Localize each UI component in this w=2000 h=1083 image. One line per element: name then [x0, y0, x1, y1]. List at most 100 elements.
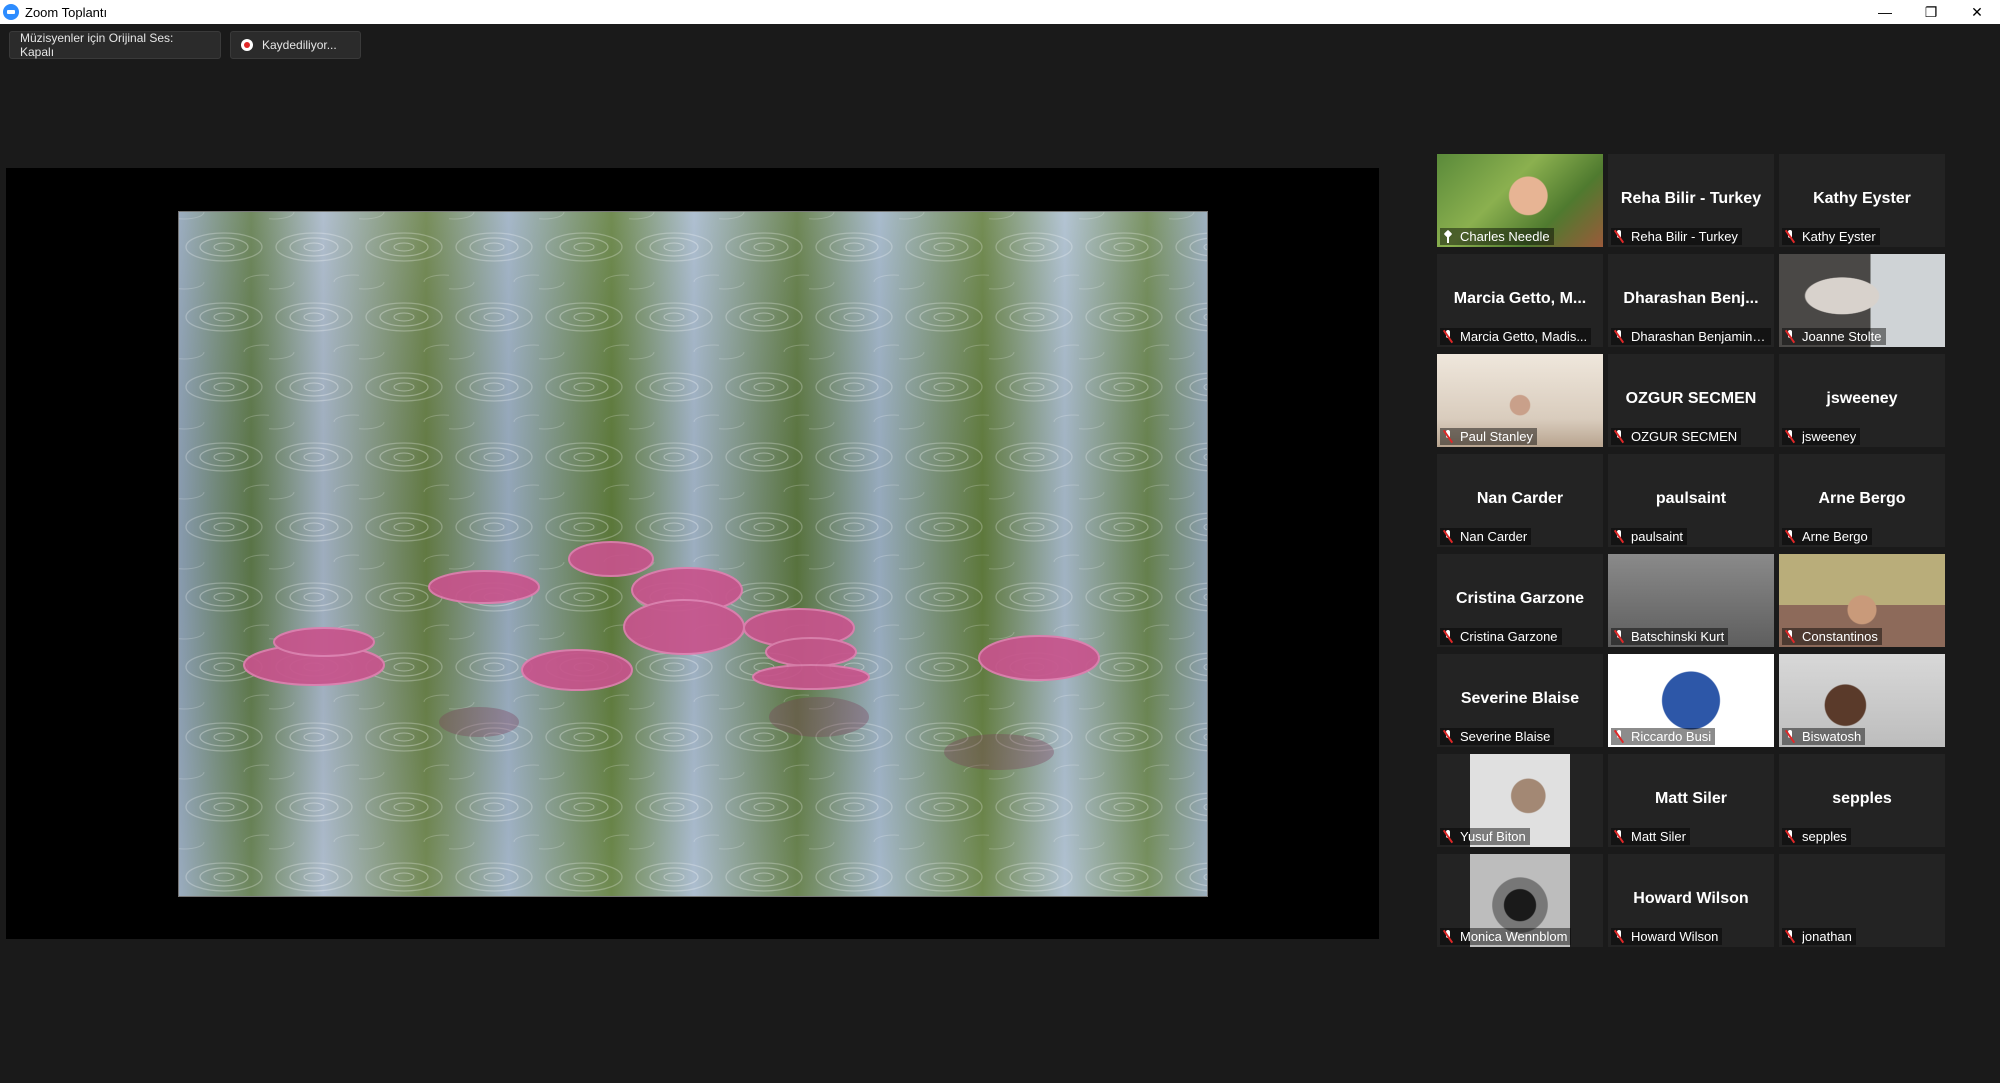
participant-name: Joanne Stolte — [1802, 329, 1882, 344]
participant-tile[interactable]: Reha Bilir - Turkey Reha Bilir - Turkey — [1608, 154, 1774, 247]
muted-mic-icon — [1442, 430, 1454, 443]
shared-photo-water-lilies — [178, 211, 1208, 897]
participant-label: Constantinos — [1782, 628, 1882, 645]
recording-label: Kaydediliyor... — [262, 38, 337, 52]
participant-name: jsweeney — [1802, 429, 1857, 444]
water-lilies-image — [179, 212, 1207, 896]
window-titlebar: Zoom Toplantı — ❐ ✕ — [0, 0, 2000, 24]
restore-button[interactable]: ❐ — [1908, 0, 1954, 24]
participant-label: Cristina Garzone — [1440, 628, 1562, 645]
muted-mic-icon — [1784, 430, 1796, 443]
participant-label: Reha Bilir - Turkey — [1611, 228, 1742, 245]
muted-mic-icon — [1442, 830, 1454, 843]
participant-label: Riccardo Busi — [1611, 728, 1716, 745]
participant-tile[interactable]: OZGUR SECMEN OZGUR SECMEN — [1608, 354, 1774, 447]
participant-tile[interactable]: Dharashan Benj... Dharashan Benjamine... — [1608, 254, 1774, 347]
participant-tile[interactable]: Arne Bergo Arne Bergo — [1779, 454, 1945, 547]
muted-mic-icon — [1613, 830, 1625, 843]
recording-icon — [241, 39, 253, 51]
muted-mic-icon — [1613, 430, 1625, 443]
participant-name: Matt Siler — [1631, 829, 1686, 844]
participant-tile[interactable]: Marcia Getto, M... Marcia Getto, Madis... — [1437, 254, 1603, 347]
participant-display-name: sepples — [1832, 790, 1892, 807]
participant-name: Reha Bilir - Turkey — [1631, 229, 1738, 244]
participant-name: OZGUR SECMEN — [1631, 429, 1738, 444]
participant-label: Paul Stanley — [1440, 428, 1537, 445]
participant-tile[interactable]: Paul Stanley — [1437, 354, 1603, 447]
recording-indicator[interactable]: Kaydediliyor... — [230, 31, 361, 59]
participant-label: jsweeney — [1782, 428, 1861, 445]
participant-tile[interactable]: sepples sepples — [1779, 754, 1945, 847]
participant-display-name: Dharashan Benj... — [1623, 290, 1759, 307]
muted-mic-icon — [1784, 330, 1796, 343]
participant-display-name: jsweeney — [1826, 390, 1898, 407]
participant-tile[interactable]: paulsaint paulsaint — [1608, 454, 1774, 547]
participant-label: Severine Blaise — [1440, 728, 1555, 745]
muted-mic-icon — [1613, 730, 1625, 743]
participant-name: paulsaint — [1631, 529, 1684, 544]
participant-display-name: Cristina Garzone — [1455, 590, 1585, 607]
minimize-button[interactable]: — — [1862, 0, 1908, 24]
muted-mic-icon — [1784, 630, 1796, 643]
participant-label: OZGUR SECMEN — [1611, 428, 1742, 445]
muted-mic-icon — [1784, 930, 1796, 943]
participant-tile[interactable]: jsweeney jsweeney — [1779, 354, 1945, 447]
participant-name: jonathan — [1802, 929, 1852, 944]
zoom-app-icon — [3, 4, 19, 20]
participant-name: Riccardo Busi — [1631, 729, 1712, 744]
muted-mic-icon — [1442, 630, 1454, 643]
participant-label: Howard Wilson — [1611, 928, 1723, 945]
participant-tile[interactable]: Riccardo Busi — [1608, 654, 1774, 747]
participant-name: Charles Needle — [1460, 229, 1550, 244]
participant-label: Arne Bergo — [1782, 528, 1872, 545]
participant-label: Joanne Stolte — [1782, 328, 1886, 345]
participant-tile[interactable]: Constantinos — [1779, 554, 1945, 647]
participant-label: Kathy Eyster — [1782, 228, 1880, 245]
participant-label: Biswatosh — [1782, 728, 1866, 745]
participant-name: sepples — [1802, 829, 1847, 844]
muted-mic-icon — [1613, 230, 1625, 243]
participant-tile[interactable]: Monica Wennblom — [1437, 854, 1603, 947]
participant-name: Batschinski Kurt — [1631, 629, 1725, 644]
pin-icon — [1442, 230, 1454, 243]
participant-tile[interactable]: Charles Needle — [1437, 154, 1603, 247]
participant-display-name: Reha Bilir - Turkey — [1620, 190, 1762, 207]
participant-name: Nan Carder — [1460, 529, 1528, 544]
close-button[interactable]: ✕ — [1954, 0, 2000, 24]
participant-tile[interactable]: Severine Blaise Severine Blaise — [1437, 654, 1603, 747]
participant-display-name: Arne Bergo — [1818, 490, 1906, 507]
participant-label: jonathan — [1782, 928, 1856, 945]
participant-tile[interactable]: jonathan — [1779, 854, 1945, 947]
participant-tile[interactable]: Batschinski Kurt — [1608, 554, 1774, 647]
participant-display-name: Marcia Getto, M... — [1453, 290, 1587, 307]
participant-tile[interactable]: Matt Siler Matt Siler — [1608, 754, 1774, 847]
muted-mic-icon — [1613, 630, 1625, 643]
participant-label: Charles Needle — [1440, 228, 1554, 245]
participant-tile[interactable]: Kathy Eyster Kathy Eyster — [1779, 154, 1945, 247]
participant-tile[interactable]: Nan Carder Nan Carder — [1437, 454, 1603, 547]
window-title: Zoom Toplantı — [25, 4, 108, 20]
participant-label: Batschinski Kurt — [1611, 628, 1729, 645]
participant-tile[interactable]: Cristina Garzone Cristina Garzone — [1437, 554, 1603, 647]
participant-tile[interactable]: Yusuf Biton — [1437, 754, 1603, 847]
muted-mic-icon — [1613, 930, 1625, 943]
participant-label: Yusuf Biton — [1440, 828, 1530, 845]
muted-mic-icon — [1784, 230, 1796, 243]
participant-name: Kathy Eyster — [1802, 229, 1876, 244]
participant-tile[interactable]: Joanne Stolte — [1779, 254, 1945, 347]
muted-mic-icon — [1613, 530, 1625, 543]
participant-tile[interactable]: Howard Wilson Howard Wilson — [1608, 854, 1774, 947]
participant-display-name: paulsaint — [1655, 490, 1727, 507]
participant-label: Nan Carder — [1440, 528, 1532, 545]
shared-screen — [6, 168, 1379, 939]
muted-mic-icon — [1442, 730, 1454, 743]
participant-name: Monica Wennblom — [1460, 929, 1568, 944]
participant-name: Howard Wilson — [1631, 929, 1719, 944]
participant-name: Paul Stanley — [1460, 429, 1533, 444]
original-sound-button[interactable]: Müzisyenler için Orijinal Ses: Kapalı — [9, 31, 221, 59]
muted-mic-icon — [1442, 330, 1454, 343]
participant-label: Matt Siler — [1611, 828, 1690, 845]
participant-name: Severine Blaise — [1460, 729, 1551, 744]
muted-mic-icon — [1613, 330, 1625, 343]
participant-tile[interactable]: Biswatosh — [1779, 654, 1945, 747]
